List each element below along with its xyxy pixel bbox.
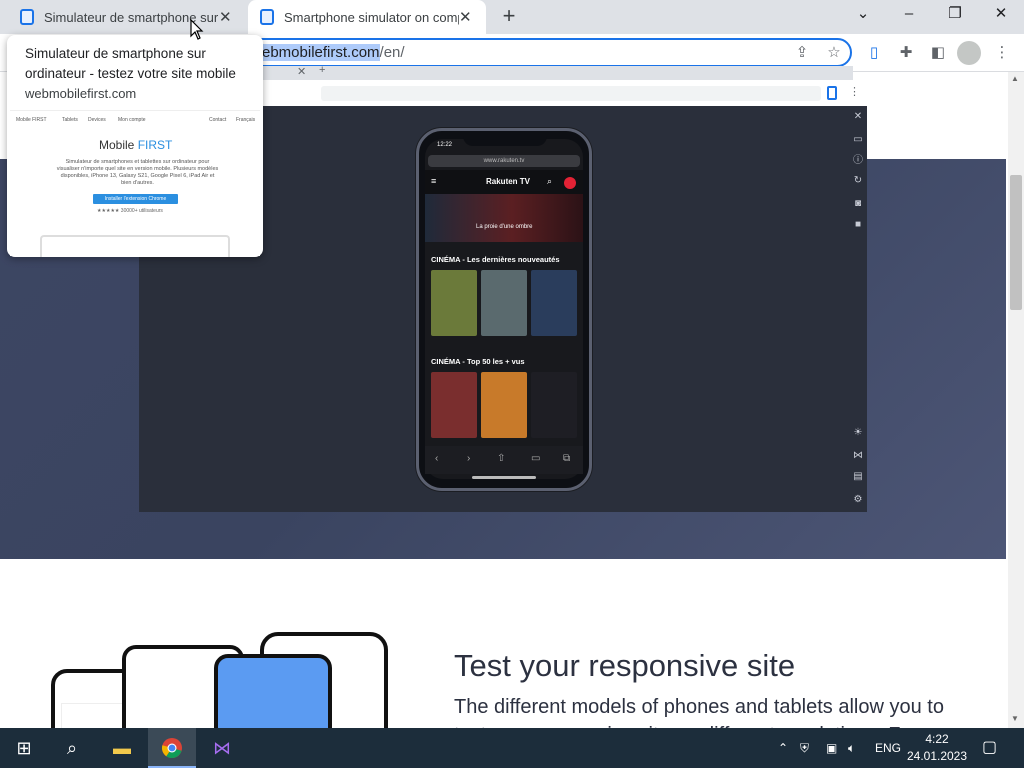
clock-date: 24.01.2023 (906, 749, 968, 763)
notifications-icon[interactable]: ▢ (982, 728, 997, 768)
scrollbar-thumb[interactable] (1010, 175, 1022, 310)
sim-settings-icon[interactable]: ⚙ (852, 494, 864, 506)
tab-label: Smartphone simulator on compu (284, 9, 459, 25)
visual-studio-icon[interactable]: ⋈ (198, 728, 246, 768)
phone-home-indicator (472, 476, 536, 479)
tab-smartphone-simulator[interactable]: Smartphone simulator on compu ✕ (248, 0, 486, 34)
preview-nav-item: Contact (209, 117, 227, 123)
poster (531, 372, 577, 438)
phone-bookmarks-icon: ▭ (531, 453, 541, 464)
menu-kebab-icon[interactable]: ⋮ (990, 41, 1014, 65)
scroll-down-icon[interactable]: ▼ (1011, 714, 1019, 723)
preview-nav-item: Mon compte (118, 117, 146, 123)
clock-time: 4:22 (925, 732, 949, 746)
phone-menu-icon: ≡ (431, 176, 437, 186)
sim-devices-icon[interactable]: ▭ (852, 134, 864, 146)
url-path: /en/ (379, 44, 405, 61)
chrome-taskbar-icon[interactable] (148, 728, 196, 768)
poster (481, 372, 527, 438)
phone-banner-title: La proie d'une ombre (476, 224, 533, 230)
restore-button[interactable]: ❐ (932, 0, 978, 30)
preview-title: Mobile FIRST (99, 138, 172, 152)
phone-section-title: CINÉMA - Les dernières nouveautés (431, 255, 560, 264)
phone-logo: Rakuten TV (486, 177, 531, 186)
phone-share-icon: ⇧ (497, 453, 506, 464)
preview-nav-item: Tablets (62, 117, 78, 123)
url-text[interactable]: ebmobilefirst.com/en/ (262, 43, 405, 62)
mouse-cursor-icon (190, 19, 204, 40)
extensions-puzzle-icon[interactable]: ✚ (894, 41, 918, 65)
sim-share-icon[interactable]: ⋈ (852, 450, 864, 462)
close-window-button[interactable]: ✕ (978, 0, 1024, 30)
poster (431, 270, 477, 336)
preview-device (40, 235, 230, 257)
simulator-mini-tabstrip: ✕ + (263, 64, 853, 80)
preview-nav-item: Mobile FIRST (16, 117, 47, 123)
hover-card-domain: webmobilefirst.com (25, 86, 137, 101)
sim-comment-icon[interactable]: ▤ (852, 471, 864, 483)
tab-close-icon[interactable]: ✕ (459, 8, 472, 26)
side-panel-icon[interactable]: ◧ (926, 41, 950, 65)
sim-info-icon[interactable]: ⓘ (852, 155, 864, 167)
phone-tabs-icon: ⧉ (563, 453, 571, 464)
section-heading: Test your responsive site (454, 648, 796, 683)
phone-status-time: 12:22 (437, 142, 453, 148)
new-tab-button[interactable]: + (496, 4, 522, 30)
poster (431, 372, 477, 438)
sim-record-icon[interactable]: ■ (852, 219, 864, 231)
phone-banner (425, 194, 583, 242)
tray-security-icon[interactable]: ⛨ (800, 728, 809, 768)
phone-section-title: CINÉMA - Top 50 les + vus (431, 357, 525, 366)
phone-url-bar: www.rakuten.tv (428, 155, 580, 167)
phone-notch (463, 132, 547, 146)
url-domain: ebmobilefirst.com (262, 44, 380, 61)
preview-title-b: FIRST (137, 138, 173, 152)
profile-avatar[interactable] (957, 41, 981, 65)
simulator-topbar: ⋮ (313, 82, 867, 106)
tray-network-icon[interactable]: ▣ (826, 728, 837, 768)
start-windows-icon[interactable]: ⊞ (0, 728, 48, 768)
tray-volume-icon[interactable]: 🔈︎ (848, 728, 855, 768)
tab-close-icon[interactable]: ✕ (219, 8, 232, 26)
scroll-up-icon[interactable]: ▲ (1011, 74, 1019, 83)
preview-nav-item: Français (236, 117, 256, 123)
tray-clock[interactable]: 4:22 24.01.2023 (905, 731, 969, 765)
preview-install-button: Installer l'extension Chrome (93, 194, 178, 204)
mini-menu-icon: ⋮ (849, 86, 860, 98)
chrome-logo-icon (161, 738, 182, 759)
extension-mobile-first-icon[interactable]: ▯ (862, 41, 886, 65)
minimize-button[interactable]: – (886, 0, 932, 30)
favicon-icon (260, 9, 274, 25)
favicon-icon (20, 9, 34, 25)
page-scrollbar[interactable] (1008, 72, 1024, 728)
sim-close-icon[interactable]: ✕ (852, 111, 864, 123)
phone-nav-bar: ‹ › ⇧ ▭ ⧉ (425, 446, 583, 474)
sim-brightness-icon[interactable]: ☀ (852, 427, 864, 439)
bookmark-star-icon[interactable]: ☆ (822, 41, 846, 65)
tab-search-chevron-icon[interactable]: ⌄ (840, 0, 886, 30)
poster (531, 270, 577, 336)
mini-extension-icon (827, 86, 837, 100)
taskbar-search-icon[interactable]: ⌕ (48, 728, 96, 768)
preview-nav-item: Devices (88, 117, 106, 123)
sim-rotate-icon[interactable]: ↻ (852, 175, 864, 187)
tray-chevron-icon[interactable]: ⌃ (778, 728, 788, 768)
sim-screenshot-icon[interactable]: ◙ (852, 198, 864, 210)
phone-search-icon: ⌕ (547, 176, 553, 186)
phone-avatar (564, 177, 576, 189)
tab-simulateur[interactable]: Simulateur de smartphone sur or ✕ (8, 0, 248, 34)
phone-back-icon: ‹ (435, 453, 439, 464)
mini-plus-icon: + (319, 64, 326, 76)
poster (481, 270, 527, 336)
preview-description: Simulateur de smartphones et tablettes s… (56, 159, 219, 186)
share-icon[interactable]: ⇪ (790, 41, 814, 65)
preview-title-a: Mobile (99, 138, 135, 152)
tray-language[interactable]: ENG (875, 728, 901, 768)
phone-forward-icon: › (467, 453, 471, 464)
hover-card-title: Simulateur de smartphone sur ordinateur … (25, 46, 236, 81)
preview-rating: ★★★★★ 30000+ utilisateurs (97, 208, 163, 214)
mini-close-icon: ✕ (297, 66, 307, 78)
file-explorer-icon[interactable]: ▬ (98, 728, 146, 768)
